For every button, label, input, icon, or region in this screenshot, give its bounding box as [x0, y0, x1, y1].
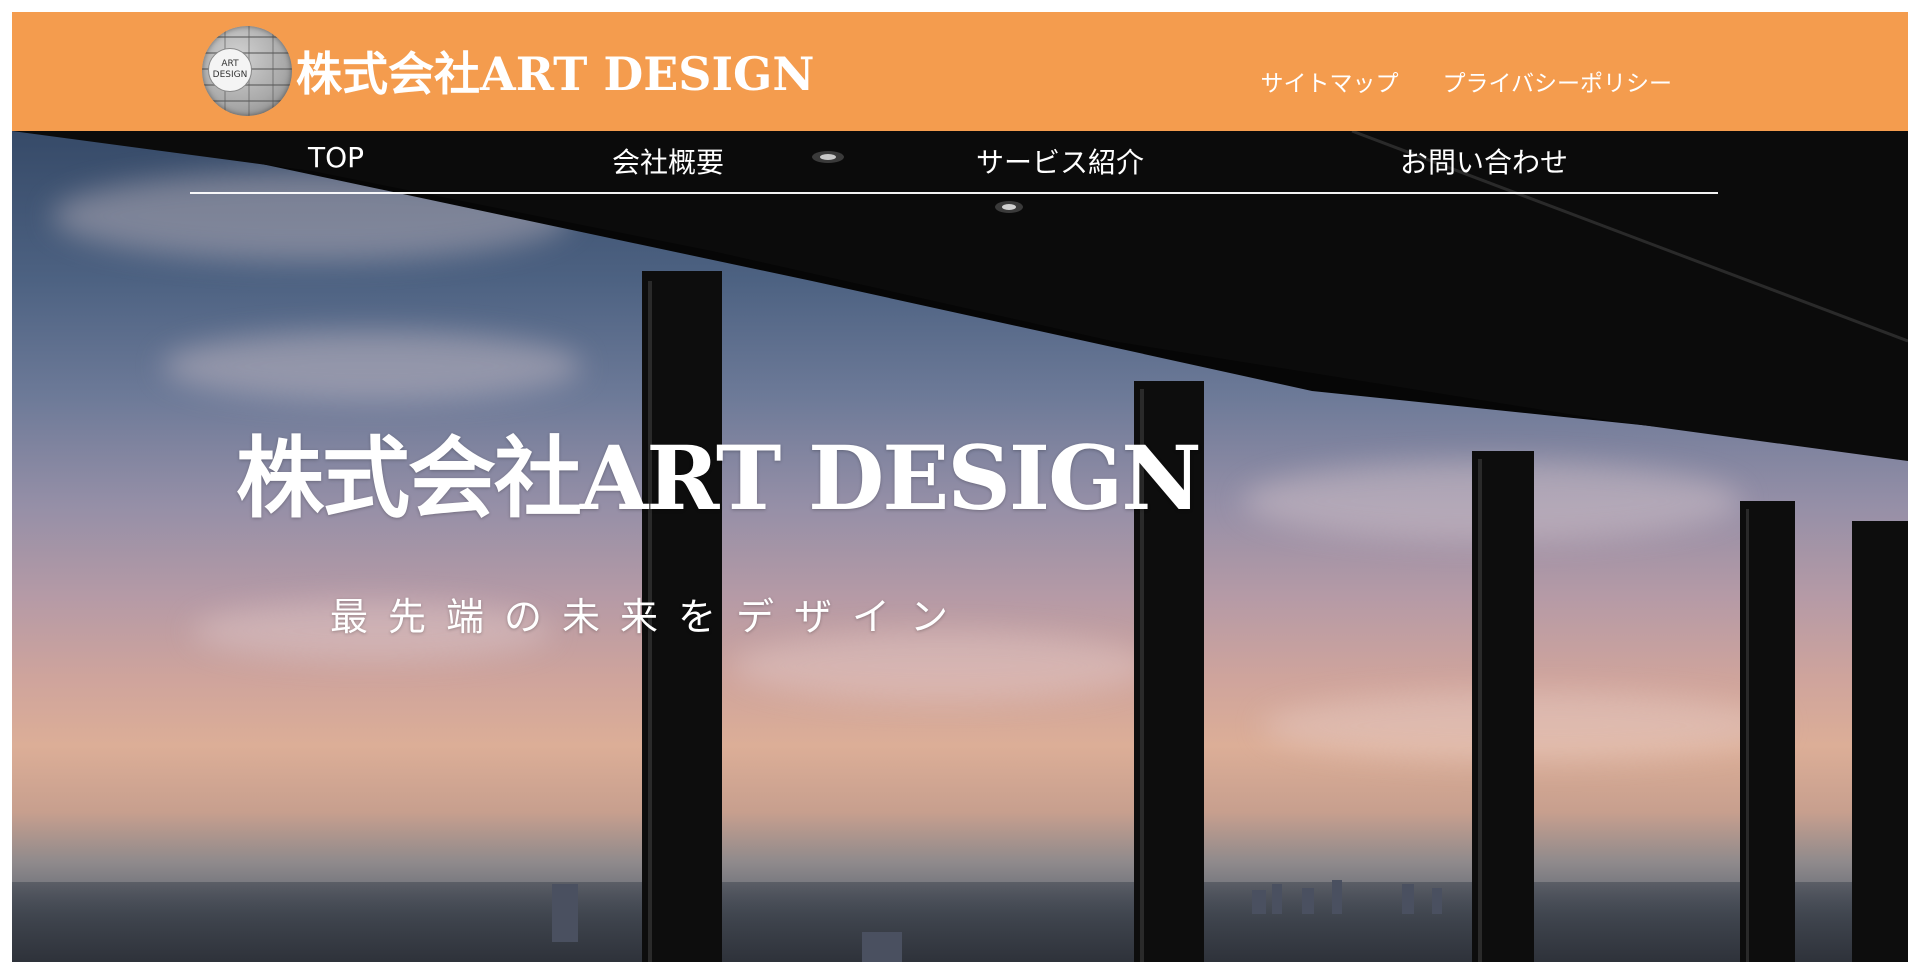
privacy-policy-link[interactable]: プライバシーポリシー: [1442, 64, 1672, 98]
nav-item-contact[interactable]: お問い合わせ: [1400, 141, 1568, 181]
hero-title: 株式会社ART DESIGN: [236, 426, 1202, 530]
page: ART DESIGN 株式会社ART DESIGN サイトマップ プライバシーポ…: [0, 0, 1920, 962]
logo-badge-line1: ART: [221, 59, 239, 69]
logo-link[interactable]: ART DESIGN 株式会社ART DESIGN: [202, 26, 814, 116]
site-header: ART DESIGN 株式会社ART DESIGN サイトマップ プライバシーポ…: [12, 12, 1908, 131]
sitemap-link[interactable]: サイトマップ: [1260, 64, 1398, 98]
nav-item-top[interactable]: TOP: [308, 141, 364, 174]
window-frame-graphic: [12, 131, 1908, 962]
logo-badge: ART DESIGN: [208, 48, 252, 92]
main-nav: TOP 会社概要 サービス紹介 お問い合わせ: [190, 131, 1718, 194]
window-frame: [12, 131, 1908, 962]
logo-image: ART DESIGN: [202, 26, 292, 116]
logo-badge-line2: DESIGN: [212, 70, 248, 80]
header-links: サイトマップ プライバシーポリシー: [1260, 64, 1672, 98]
hero-image: [12, 131, 1908, 962]
hero-tagline: 最先端の未来をデザイン: [330, 595, 969, 639]
nav-item-company[interactable]: 会社概要: [612, 141, 724, 181]
nav-item-services[interactable]: サービス紹介: [976, 141, 1144, 181]
company-name[interactable]: 株式会社ART DESIGN: [296, 38, 814, 104]
